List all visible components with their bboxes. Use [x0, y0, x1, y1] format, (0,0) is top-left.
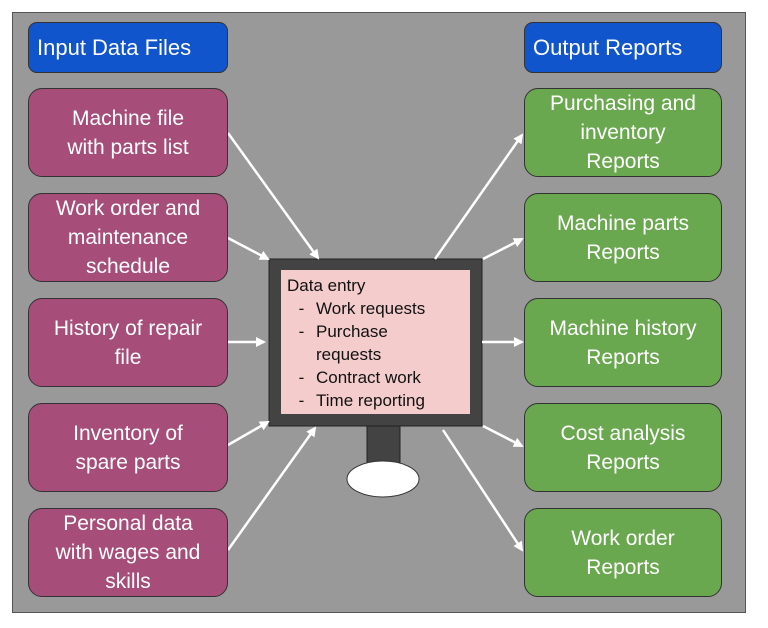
screen-title: Data entry: [287, 276, 366, 295]
input-work-order: Work order and maintenance schedule: [28, 193, 228, 282]
arrow-machine-file: [226, 132, 320, 260]
input-machine-file: Machine file with parts list: [28, 88, 228, 177]
monitor-screen: Data entry - Work requests - Purchase requ…: [281, 270, 470, 414]
arrow-cost: [482, 424, 524, 448]
arrow-work-order: [227, 236, 270, 261]
output-purchasing: Purchasing and inventory Reports: [524, 88, 722, 177]
output-work-order: Work order Reports: [524, 508, 722, 597]
arrow-work-order-report: [441, 429, 524, 552]
output-machine-history: Machine history Reports: [524, 298, 722, 387]
input-header: Input Data Files: [28, 22, 228, 73]
input-personal-data: Personal data with wages and skills: [28, 508, 228, 597]
arrow-purchasing: [433, 133, 524, 260]
arrow-personal: [226, 426, 317, 551]
screen-item: requests: [316, 345, 382, 364]
arrow-machine-parts: [482, 237, 524, 261]
input-inventory: Inventory of spare parts: [28, 403, 228, 492]
arrow-inventory: [227, 420, 270, 447]
screen-item: - Purchase: [298, 322, 388, 341]
output-header: Output Reports: [524, 22, 722, 73]
output-machine-parts: Machine parts Reports: [524, 193, 722, 282]
screen-item: - Contract work: [298, 368, 421, 387]
screen-item: - Work requests: [298, 299, 426, 318]
input-history-repair: History of repair file: [28, 298, 228, 387]
output-cost-analysis: Cost analysis Reports: [524, 403, 722, 492]
monitor-base: [346, 460, 420, 498]
screen-item: - Time reporting: [298, 391, 425, 410]
